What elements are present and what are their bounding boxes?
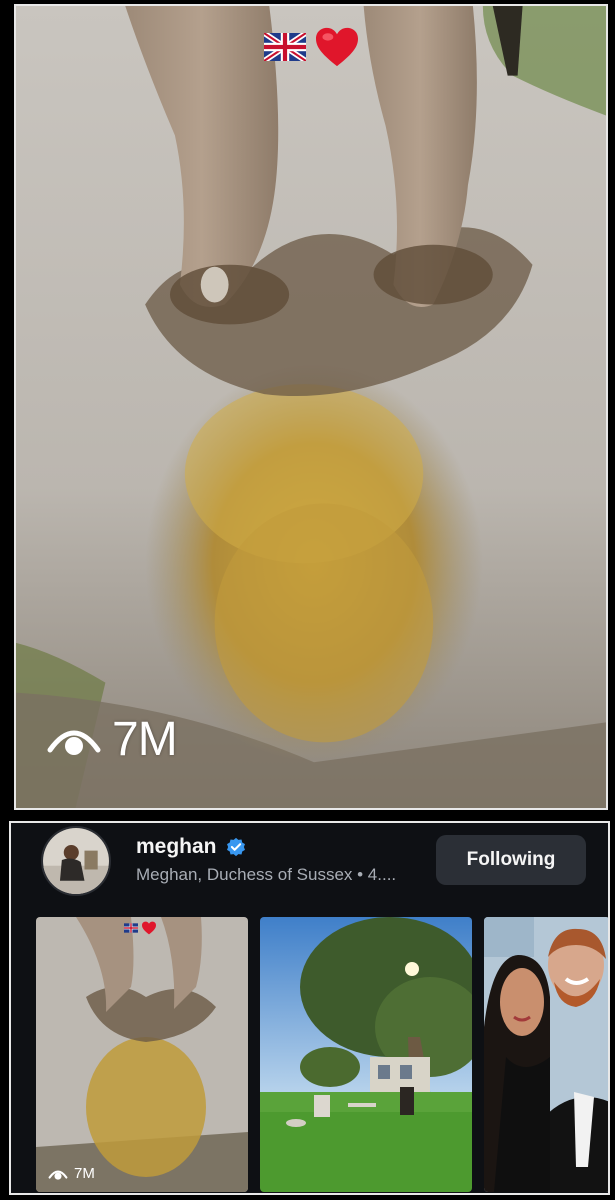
verified-badge-icon <box>226 837 245 857</box>
uk-flag-icon <box>124 923 138 933</box>
profile-preview-card: meghan Meghan, Duchess of Sussex • 4....… <box>9 821 610 1195</box>
avatar[interactable] <box>41 826 111 896</box>
thumbnail-view-count-text: 7M <box>74 1165 95 1182</box>
red-heart-icon <box>316 27 358 67</box>
thumbnail-emoji-row <box>124 921 157 935</box>
garden-photo-thumbnail <box>260 917 472 1192</box>
post-thumbnail-couple[interactable] <box>484 917 608 1192</box>
username-text: meghan <box>136 835 217 858</box>
uk-flag-icon <box>264 33 306 61</box>
couple-selfie-thumbnail <box>484 917 608 1192</box>
thumbnail-view-count: 7M <box>48 1165 95 1182</box>
mud-puddle-thumbnail <box>36 917 248 1192</box>
view-count-text: 7M <box>112 713 178 766</box>
mud-puddle-video-frame <box>16 6 606 808</box>
post-thumbnail-garden[interactable] <box>260 917 472 1192</box>
red-heart-icon <box>142 921 156 935</box>
post-thumbnails: 7M <box>11 917 608 1192</box>
eye-icon <box>48 1170 68 1180</box>
following-button[interactable]: Following <box>436 835 586 885</box>
post-thumbnail-reel[interactable]: 7M <box>36 917 248 1192</box>
profile-photo <box>43 828 109 894</box>
view-count: 7M <box>46 712 178 767</box>
eye-icon <box>47 730 101 755</box>
profile-subtitle: Meghan, Duchess of Sussex • 4.... <box>136 865 397 884</box>
overlay-emoji-row <box>264 26 360 68</box>
reel-video-player[interactable]: 7M <box>14 4 608 810</box>
username[interactable]: meghan <box>136 835 247 859</box>
